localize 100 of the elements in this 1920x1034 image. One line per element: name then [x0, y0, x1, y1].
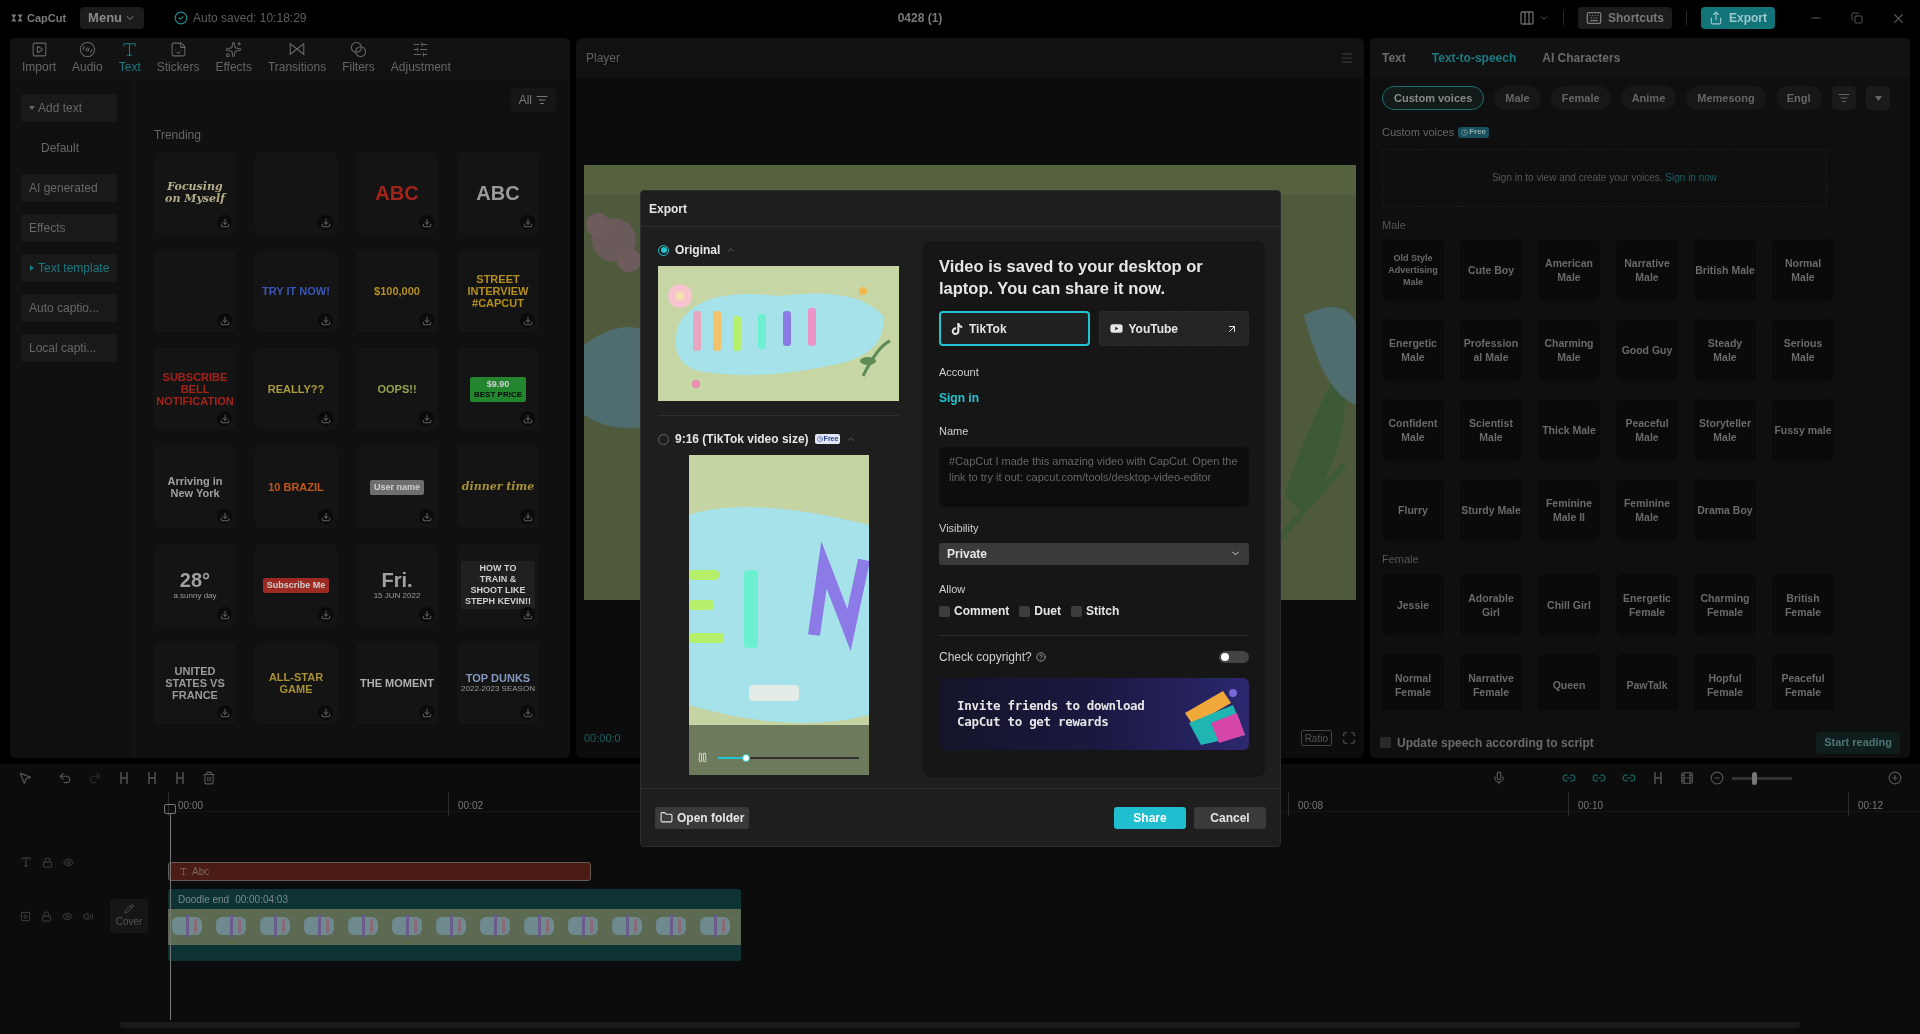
media-tab[interactable]: Text [112, 41, 147, 76]
voice-filter-chip[interactable]: Female [1550, 86, 1611, 110]
film-icon[interactable] [1680, 771, 1694, 785]
zoom-out-icon[interactable] [1710, 771, 1724, 785]
download-icon[interactable] [421, 707, 432, 718]
download-icon[interactable] [421, 217, 432, 228]
voice-tile[interactable]: American Male [1538, 239, 1600, 301]
template-tile[interactable]: $9.90 BEST PRICE [457, 348, 539, 430]
voice-tile[interactable]: Feminine Male [1616, 479, 1678, 541]
template-tile[interactable]: SUBSCRIBE BELL NOTIFICATION [154, 348, 236, 430]
toggle-switch[interactable] [1219, 651, 1249, 663]
download-icon[interactable] [219, 511, 230, 522]
checkbox[interactable] [1071, 605, 1082, 617]
download-icon[interactable] [219, 217, 230, 228]
voice-tile[interactable]: Energetic Male [1382, 319, 1444, 381]
voice-filter-chip[interactable]: Engl [1775, 86, 1822, 110]
voice-tile[interactable]: Chill Girl [1538, 573, 1600, 636]
voice-tile[interactable]: Narrative Male [1616, 239, 1678, 301]
fullscreen-icon[interactable] [1342, 730, 1356, 745]
voice-tile[interactable]: Professional Male [1460, 319, 1522, 381]
panel-tab[interactable]: AI Characters [1542, 49, 1621, 67]
download-icon[interactable] [421, 609, 432, 620]
voice-tile[interactable]: Adorable Girl [1460, 573, 1522, 636]
voice-tile[interactable]: PawTalk [1616, 653, 1678, 710]
voice-tile[interactable]: Charming Female [1694, 573, 1756, 636]
template-tile[interactable]: THE MOMENT [356, 642, 438, 724]
voice-tile[interactable]: Narrative Female [1460, 653, 1522, 710]
export-button[interactable]: Export [1701, 7, 1775, 29]
template-tile[interactable]: UNITED STATES VS FRANCE [154, 642, 236, 724]
download-icon[interactable] [219, 609, 230, 620]
voice-tile[interactable]: Queen [1538, 653, 1600, 710]
lock-icon[interactable] [42, 856, 53, 868]
checkbox[interactable] [939, 605, 950, 617]
delete-icon[interactable] [202, 771, 216, 785]
zoom-slider-thumb[interactable] [1752, 771, 1757, 785]
template-tile[interactable]: TOP DUNKS 2022-2023 SEASON [457, 642, 539, 724]
voice-tile[interactable]: Drama Boy [1694, 479, 1756, 541]
panel-tab[interactable]: Text [1382, 49, 1406, 67]
sidebar-item[interactable]: Effects [21, 214, 117, 242]
voice-tile[interactable]: Flurry [1382, 479, 1444, 541]
promo-banner[interactable]: Invite friends to download CapCut to get rewards [939, 678, 1249, 750]
download-icon[interactable] [522, 315, 533, 326]
open-folder-button[interactable]: Open folder [655, 806, 750, 829]
link-icon[interactable] [1562, 771, 1576, 785]
download-icon[interactable] [522, 511, 533, 522]
checkbox[interactable] [1019, 605, 1031, 617]
voice-tile[interactable]: Charming Male [1538, 319, 1600, 381]
sidebar-item[interactable]: Add text [21, 94, 117, 122]
caret-down-icon[interactable] [1874, 95, 1882, 101]
volume-icon[interactable] [83, 910, 94, 922]
lock-icon[interactable] [41, 910, 52, 922]
voice-filter-chip[interactable]: Memesong [1686, 86, 1766, 110]
media-tab[interactable]: Stickers [150, 41, 206, 76]
template-tile[interactable]: STREET INTERVIEW #CAPCUT [457, 250, 539, 332]
template-tile[interactable] [154, 250, 236, 332]
redo-icon[interactable] [88, 771, 102, 785]
download-icon[interactable] [522, 413, 533, 424]
panel-tab[interactable]: Text-to-speech [1431, 49, 1517, 67]
cover-button[interactable]: Cover [110, 899, 148, 933]
template-tile[interactable]: User name [356, 446, 438, 528]
voice-tile[interactable]: British Male [1694, 239, 1756, 301]
restore-icon[interactable] [1851, 12, 1863, 24]
split-left-icon[interactable] [146, 771, 158, 785]
download-icon[interactable] [421, 315, 432, 326]
voice-tile[interactable]: Fussy male [1772, 399, 1834, 461]
split-right-icon[interactable] [174, 771, 186, 785]
split-icon[interactable] [1652, 771, 1664, 785]
template-tile[interactable]: Arriving in New York [154, 446, 236, 528]
template-tile[interactable]: TRY IT NOW! [255, 250, 337, 332]
share-button[interactable]: Share [1114, 806, 1186, 829]
voice-tile[interactable]: Normal Male [1772, 239, 1834, 301]
cancel-button[interactable]: Cancel [1194, 806, 1266, 829]
text-clip[interactable]: Abc [168, 862, 591, 881]
menu-icon[interactable] [1340, 51, 1354, 65]
template-tile[interactable]: REALLY?? [255, 348, 337, 430]
voice-tile[interactable]: Jessie [1382, 573, 1444, 636]
voice-tile[interactable]: Peaceful Female [1772, 653, 1834, 710]
media-tab[interactable]: Audio [66, 41, 109, 76]
split-icon[interactable] [118, 771, 130, 785]
media-tab[interactable]: Import [16, 41, 62, 76]
link-icon[interactable] [1622, 771, 1636, 785]
pause-icon[interactable] [696, 752, 708, 763]
undo-icon[interactable] [58, 771, 72, 785]
voice-tile[interactable]: Good Guy [1616, 319, 1678, 381]
voice-tile[interactable]: Serious Male [1772, 319, 1834, 381]
template-tile[interactable]: ALL-STAR GAME [255, 642, 337, 724]
voice-filter-chip[interactable]: Anime [1620, 86, 1677, 110]
template-tile[interactable]: OOPS!! [356, 348, 438, 430]
media-tab[interactable]: Effects [209, 41, 258, 76]
eye-icon[interactable] [63, 856, 74, 868]
download-icon[interactable] [219, 315, 230, 326]
download-icon[interactable] [522, 609, 533, 620]
voice-tile[interactable]: Confident Male [1382, 399, 1444, 461]
media-tab[interactable]: Filters [336, 41, 381, 76]
voice-tile[interactable]: Thick Male [1538, 399, 1600, 461]
voice-tile[interactable]: Energetic Female [1616, 573, 1678, 636]
download-icon[interactable] [421, 511, 432, 522]
download-icon[interactable] [219, 707, 230, 718]
layout-icon[interactable] [1518, 10, 1535, 26]
voice-tile[interactable]: Feminine Male II [1538, 479, 1600, 541]
